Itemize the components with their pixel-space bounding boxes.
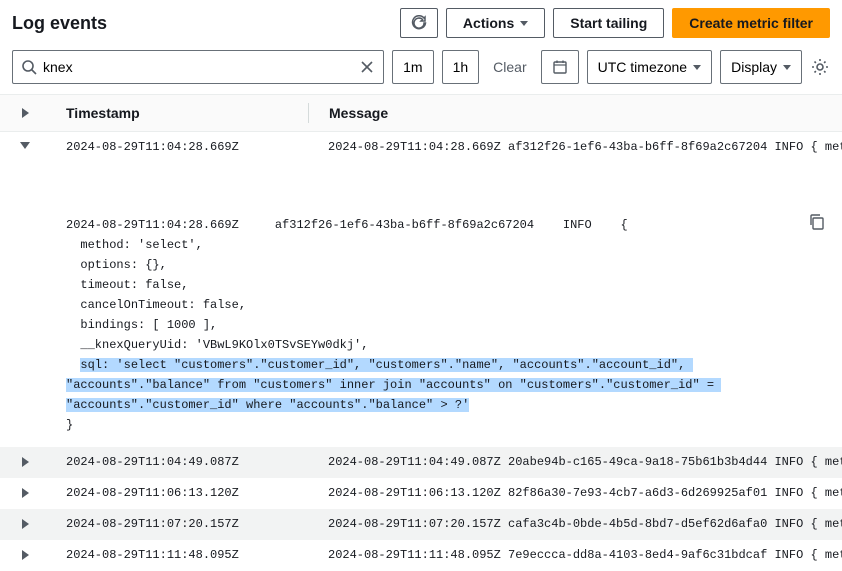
log-line: 2024-08-29T11:04:28.669Z af312f26-1ef6-4…	[66, 218, 628, 232]
clear-button[interactable]: Clear	[487, 59, 532, 75]
refresh-button[interactable]	[400, 8, 438, 38]
row-toggle[interactable]	[0, 548, 50, 560]
copy-button[interactable]	[808, 173, 826, 191]
log-row-expanded: 2024-08-29T11:04:28.669Z 2024-08-29T11:0…	[0, 132, 842, 163]
chevron-down-icon	[520, 21, 528, 26]
create-metric-filter-button[interactable]: Create metric filter	[672, 8, 830, 38]
log-row: 2024-08-29T11:07:20.157Z 2024-08-29T11:0…	[0, 509, 842, 540]
actions-button[interactable]: Actions	[446, 8, 545, 38]
log-line: }	[66, 418, 73, 432]
actions-label: Actions	[463, 15, 514, 31]
log-row: 2024-08-29T11:06:13.120Z 2024-08-29T11:0…	[0, 478, 842, 509]
log-line: __knexQueryUid: 'VBwL9KOlx0TSvSEYw0dkj',	[66, 338, 368, 352]
gear-icon	[810, 57, 830, 77]
caret-right-icon	[22, 488, 29, 498]
row-message: 2024-08-29T11:11:48.095Z 7e9eccca-dd8a-4…	[308, 548, 842, 562]
calendar-button[interactable]	[541, 50, 579, 84]
timezone-button[interactable]: UTC timezone	[587, 50, 712, 84]
log-line-sql-prefix	[66, 358, 80, 372]
chevron-down-icon	[783, 65, 791, 70]
display-label: Display	[731, 59, 777, 75]
page-title: Log events	[12, 13, 107, 34]
caret-right-icon	[22, 550, 29, 560]
row-toggle[interactable]	[0, 455, 50, 467]
expand-all-toggle[interactable]	[0, 108, 50, 118]
row-toggle[interactable]	[0, 517, 50, 529]
refresh-icon	[411, 15, 427, 31]
table-header: Timestamp Message	[0, 94, 842, 132]
row-timestamp: 2024-08-29T11:04:28.669Z	[50, 140, 308, 154]
row-timestamp: 2024-08-29T11:11:48.095Z	[50, 548, 308, 562]
log-row: 2024-08-29T11:04:49.087Z 2024-08-29T11:0…	[0, 447, 842, 478]
expanded-log-body: 2024-08-29T11:04:28.669Z af312f26-1ef6-4…	[0, 163, 842, 447]
row-toggle[interactable]	[0, 140, 50, 149]
row-timestamp: 2024-08-29T11:07:20.157Z	[50, 517, 308, 531]
row-toggle[interactable]	[0, 486, 50, 498]
caret-right-icon	[22, 108, 29, 118]
log-line: method: 'select',	[66, 238, 203, 252]
settings-button[interactable]	[810, 57, 830, 77]
row-timestamp: 2024-08-29T11:04:49.087Z	[50, 455, 308, 469]
th-message[interactable]: Message	[309, 105, 842, 121]
chevron-down-icon	[693, 65, 701, 70]
display-button[interactable]: Display	[720, 50, 802, 84]
range-1h-button[interactable]: 1h	[442, 50, 480, 84]
row-message: 2024-08-29T11:06:13.120Z 82f86a30-7e93-4…	[308, 486, 842, 500]
timezone-label: UTC timezone	[598, 59, 687, 75]
clear-search-icon[interactable]	[359, 59, 375, 75]
highlighted-sql: sql: 'select "customers"."customer_id", …	[66, 358, 721, 412]
log-row: 2024-08-29T11:11:48.095Z 2024-08-29T11:1…	[0, 540, 842, 571]
search-icon	[21, 59, 37, 75]
log-line: bindings: [ 1000 ],	[66, 318, 217, 332]
caret-down-icon	[20, 142, 30, 149]
th-timestamp[interactable]: Timestamp	[50, 105, 308, 121]
log-line: cancelOnTimeout: false,	[66, 298, 246, 312]
search-input-container[interactable]	[12, 50, 384, 84]
caret-right-icon	[22, 457, 29, 467]
row-timestamp: 2024-08-29T11:06:13.120Z	[50, 486, 308, 500]
calendar-icon	[552, 59, 568, 75]
range-1m-button[interactable]: 1m	[392, 50, 433, 84]
row-message: 2024-08-29T11:07:20.157Z cafa3c4b-0bde-4…	[308, 517, 842, 531]
log-line: options: {},	[66, 258, 167, 272]
log-line: timeout: false,	[66, 278, 188, 292]
row-message: 2024-08-29T11:04:28.669Z af312f26-1ef6-4…	[308, 140, 842, 154]
search-input[interactable]	[37, 59, 359, 75]
row-message: 2024-08-29T11:04:49.087Z 20abe94b-c165-4…	[308, 455, 842, 469]
start-tailing-button[interactable]: Start tailing	[553, 8, 664, 38]
caret-right-icon	[22, 519, 29, 529]
